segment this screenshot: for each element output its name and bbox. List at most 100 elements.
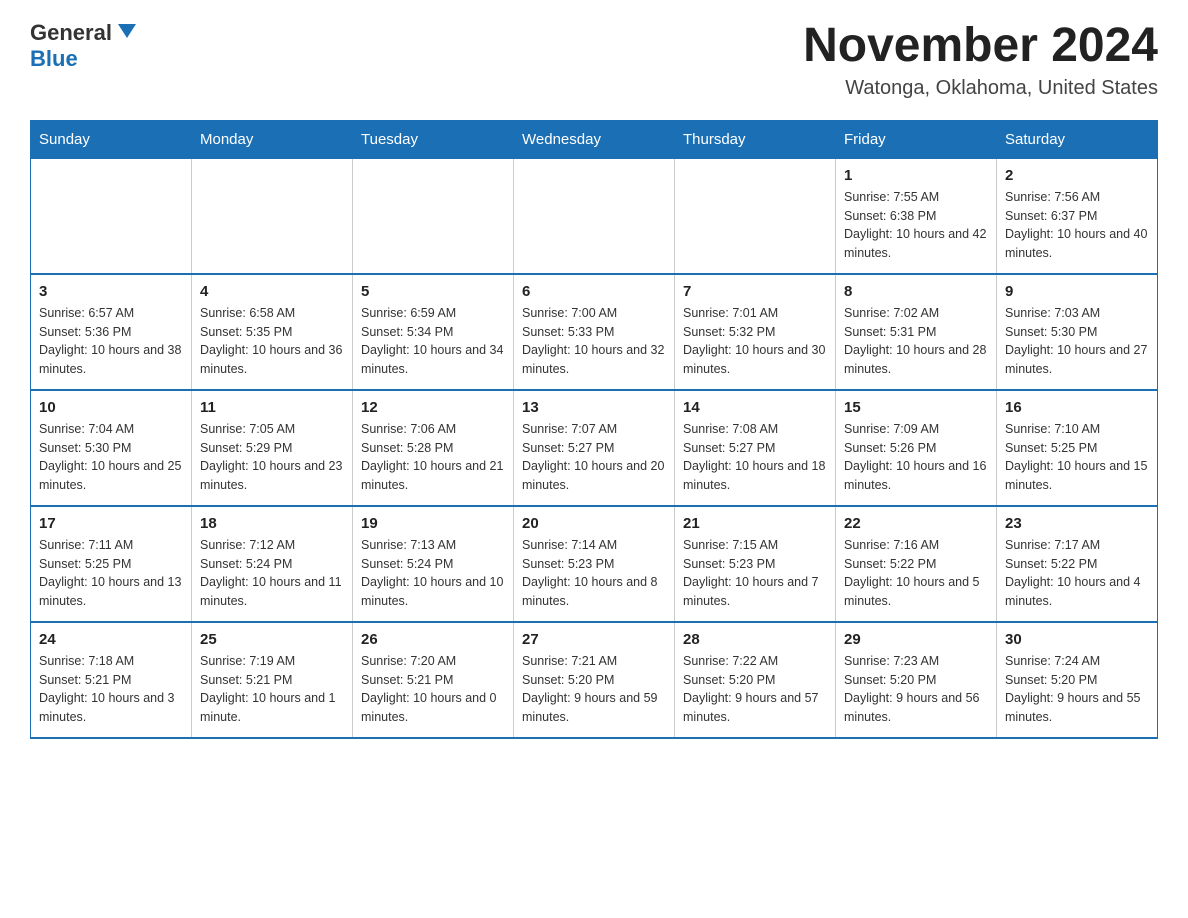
calendar-week-row: 3Sunrise: 6:57 AMSunset: 5:36 PMDaylight… xyxy=(31,274,1158,390)
calendar-table: Sunday Monday Tuesday Wednesday Thursday… xyxy=(30,120,1158,739)
day-number: 23 xyxy=(1005,515,1149,532)
day-number: 17 xyxy=(39,515,183,532)
day-detail: Sunrise: 7:11 AMSunset: 5:25 PMDaylight:… xyxy=(39,536,183,611)
calendar-cell: 13 Sunrise: 7:07 AMSunset: 5:27 PMDayligh… xyxy=(514,390,675,506)
calendar-cell: 2Sunrise: 7:56 AMSunset: 6:37 PMDaylight… xyxy=(997,158,1158,274)
day-detail: Sunrise: 7:06 AMSunset: 5:28 PMDaylight:… xyxy=(361,420,505,495)
day-detail: Sunrise: 7:18 AMSunset: 5:21 PMDaylight:… xyxy=(39,652,183,727)
calendar-cell: 3Sunrise: 6:57 AMSunset: 5:36 PMDaylight… xyxy=(31,274,192,390)
calendar-week-row: 24 Sunrise: 7:18 AMSunset: 5:21 PMDayligh… xyxy=(31,622,1158,738)
day-detail: Sunrise: 7:10 AMSunset: 5:25 PMDaylight:… xyxy=(1005,420,1149,495)
calendar-cell: 18 Sunrise: 7:12 AMSunset: 5:24 PMDayligh… xyxy=(192,506,353,622)
day-number: 14 xyxy=(683,399,827,416)
col-tuesday: Tuesday xyxy=(353,120,514,158)
logo-blue-text: Blue xyxy=(30,46,78,72)
calendar-cell: 5 Sunrise: 6:59 AMSunset: 5:34 PMDaylight… xyxy=(353,274,514,390)
day-detail: Sunrise: 7:02 AMSunset: 5:31 PMDaylight:… xyxy=(844,304,988,379)
calendar-cell: 8Sunrise: 7:02 AMSunset: 5:31 PMDaylight… xyxy=(836,274,997,390)
day-detail: Sunrise: 7:15 AMSunset: 5:23 PMDaylight:… xyxy=(683,536,827,611)
calendar-cell: 28 Sunrise: 7:22 AMSunset: 5:20 PMDayligh… xyxy=(675,622,836,738)
calendar-cell: 4Sunrise: 6:58 AMSunset: 5:35 PMDaylight… xyxy=(192,274,353,390)
day-number: 26 xyxy=(361,631,505,648)
calendar-cell: 21 Sunrise: 7:15 AMSunset: 5:23 PMDayligh… xyxy=(675,506,836,622)
day-number: 22 xyxy=(844,515,988,532)
day-number: 9 xyxy=(1005,283,1149,300)
day-detail: Sunrise: 7:22 AMSunset: 5:20 PMDaylight:… xyxy=(683,652,827,727)
calendar-cell: 25Sunrise: 7:19 AMSunset: 5:21 PMDayligh… xyxy=(192,622,353,738)
calendar-cell: 23 Sunrise: 7:17 AMSunset: 5:22 PMDayligh… xyxy=(997,506,1158,622)
day-detail: Sunrise: 7:24 AMSunset: 5:20 PMDaylight:… xyxy=(1005,652,1149,727)
day-detail: Sunrise: 6:59 AMSunset: 5:34 PMDaylight:… xyxy=(361,304,505,379)
title-block: November 2024 Watonga, Oklahoma, United … xyxy=(803,20,1158,100)
day-detail: Sunrise: 7:04 AMSunset: 5:30 PMDaylight:… xyxy=(39,420,183,495)
col-wednesday: Wednesday xyxy=(514,120,675,158)
calendar-cell: 10Sunrise: 7:04 AMSunset: 5:30 PMDayligh… xyxy=(31,390,192,506)
day-detail: Sunrise: 7:05 AMSunset: 5:29 PMDaylight:… xyxy=(200,420,344,495)
day-number: 11 xyxy=(200,399,344,416)
day-number: 2 xyxy=(1005,167,1149,184)
col-saturday: Saturday xyxy=(997,120,1158,158)
day-number: 18 xyxy=(200,515,344,532)
day-number: 29 xyxy=(844,631,988,648)
day-number: 27 xyxy=(522,631,666,648)
calendar-cell: 29 Sunrise: 7:23 AMSunset: 5:20 PMDayligh… xyxy=(836,622,997,738)
logo-triangle-icon xyxy=(118,24,136,38)
calendar-cell: 22Sunrise: 7:16 AMSunset: 5:22 PMDayligh… xyxy=(836,506,997,622)
day-number: 1 xyxy=(844,167,988,184)
day-detail: Sunrise: 7:00 AMSunset: 5:33 PMDaylight:… xyxy=(522,304,666,379)
calendar-cell: 12 Sunrise: 7:06 AMSunset: 5:28 PMDayligh… xyxy=(353,390,514,506)
day-detail: Sunrise: 7:07 AMSunset: 5:27 PMDaylight:… xyxy=(522,420,666,495)
calendar-cell: 11 Sunrise: 7:05 AMSunset: 5:29 PMDayligh… xyxy=(192,390,353,506)
day-number: 4 xyxy=(200,283,344,300)
calendar-week-row: 1Sunrise: 7:55 AMSunset: 6:38 PMDaylight… xyxy=(31,158,1158,274)
day-number: 28 xyxy=(683,631,827,648)
col-thursday: Thursday xyxy=(675,120,836,158)
day-number: 30 xyxy=(1005,631,1149,648)
calendar-cell: 6 Sunrise: 7:00 AMSunset: 5:33 PMDaylight… xyxy=(514,274,675,390)
calendar-subtitle: Watonga, Oklahoma, United States xyxy=(803,77,1158,100)
day-detail: Sunrise: 7:09 AMSunset: 5:26 PMDaylight:… xyxy=(844,420,988,495)
day-detail: Sunrise: 7:13 AMSunset: 5:24 PMDaylight:… xyxy=(361,536,505,611)
calendar-cell: 27 Sunrise: 7:21 AMSunset: 5:20 PMDayligh… xyxy=(514,622,675,738)
col-friday: Friday xyxy=(836,120,997,158)
day-number: 20 xyxy=(522,515,666,532)
days-of-week-row: Sunday Monday Tuesday Wednesday Thursday… xyxy=(31,120,1158,158)
calendar-cell: 7Sunrise: 7:01 AMSunset: 5:32 PMDaylight… xyxy=(675,274,836,390)
calendar-cell xyxy=(353,158,514,274)
calendar-cell: 1Sunrise: 7:55 AMSunset: 6:38 PMDaylight… xyxy=(836,158,997,274)
calendar-week-row: 17 Sunrise: 7:11 AMSunset: 5:25 PMDayligh… xyxy=(31,506,1158,622)
day-number: 13 xyxy=(522,399,666,416)
calendar-cell xyxy=(514,158,675,274)
calendar-header: Sunday Monday Tuesday Wednesday Thursday… xyxy=(31,120,1158,158)
day-number: 7 xyxy=(683,283,827,300)
page-header: General Blue November 2024 Watonga, Okla… xyxy=(30,20,1158,100)
day-number: 24 xyxy=(39,631,183,648)
day-detail: Sunrise: 7:20 AMSunset: 5:21 PMDaylight:… xyxy=(361,652,505,727)
day-detail: Sunrise: 7:12 AMSunset: 5:24 PMDaylight:… xyxy=(200,536,344,611)
day-number: 12 xyxy=(361,399,505,416)
day-number: 6 xyxy=(522,283,666,300)
day-detail: Sunrise: 7:08 AMSunset: 5:27 PMDaylight:… xyxy=(683,420,827,495)
day-detail: Sunrise: 7:23 AMSunset: 5:20 PMDaylight:… xyxy=(844,652,988,727)
day-number: 15 xyxy=(844,399,988,416)
col-sunday: Sunday xyxy=(31,120,192,158)
calendar-cell: 14 Sunrise: 7:08 AMSunset: 5:27 PMDayligh… xyxy=(675,390,836,506)
day-number: 19 xyxy=(361,515,505,532)
day-detail: Sunrise: 7:17 AMSunset: 5:22 PMDaylight:… xyxy=(1005,536,1149,611)
calendar-cell: 26 Sunrise: 7:20 AMSunset: 5:21 PMDayligh… xyxy=(353,622,514,738)
day-number: 21 xyxy=(683,515,827,532)
col-monday: Monday xyxy=(192,120,353,158)
calendar-week-row: 10Sunrise: 7:04 AMSunset: 5:30 PMDayligh… xyxy=(31,390,1158,506)
calendar-cell xyxy=(31,158,192,274)
calendar-cell: 30 Sunrise: 7:24 AMSunset: 5:20 PMDayligh… xyxy=(997,622,1158,738)
calendar-cell: 16 Sunrise: 7:10 AMSunset: 5:25 PMDayligh… xyxy=(997,390,1158,506)
calendar-cell: 15 Sunrise: 7:09 AMSunset: 5:26 PMDayligh… xyxy=(836,390,997,506)
calendar-cell: 20Sunrise: 7:14 AMSunset: 5:23 PMDayligh… xyxy=(514,506,675,622)
day-detail: Sunrise: 7:03 AMSunset: 5:30 PMDaylight:… xyxy=(1005,304,1149,379)
calendar-cell: 17 Sunrise: 7:11 AMSunset: 5:25 PMDayligh… xyxy=(31,506,192,622)
day-number: 5 xyxy=(361,283,505,300)
day-detail: Sunrise: 7:21 AMSunset: 5:20 PMDaylight:… xyxy=(522,652,666,727)
day-number: 16 xyxy=(1005,399,1149,416)
calendar-cell xyxy=(192,158,353,274)
day-number: 3 xyxy=(39,283,183,300)
